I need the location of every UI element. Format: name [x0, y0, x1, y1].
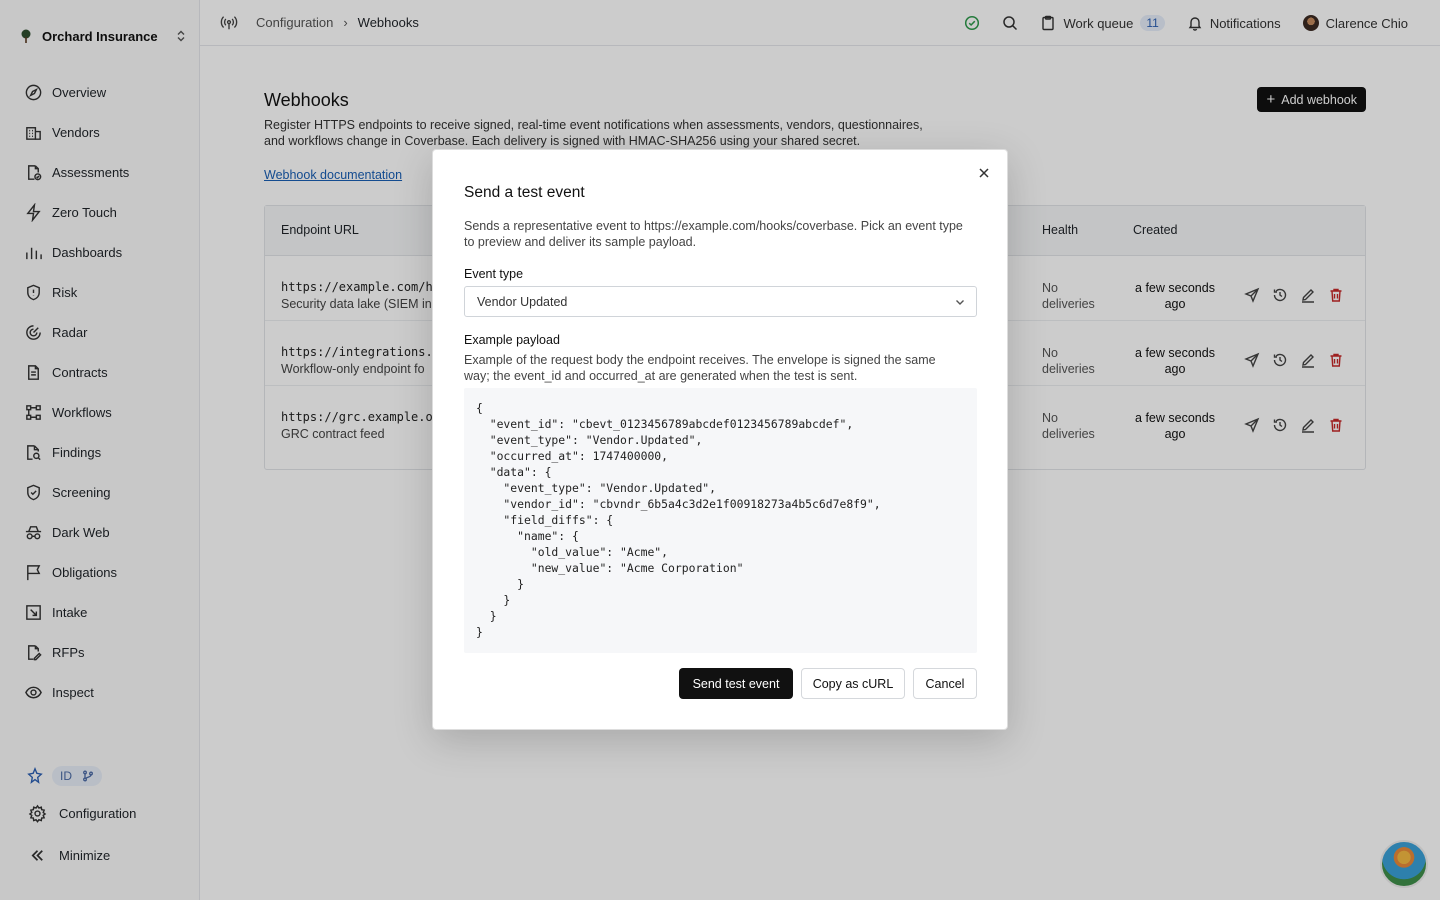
cancel-button[interactable]: Cancel [913, 668, 977, 699]
chevron-down-icon [956, 300, 964, 305]
event-type-label: Event type [464, 267, 524, 281]
event-type-value: Vendor Updated [477, 294, 568, 309]
dialog-title: Send a test event [464, 184, 585, 201]
dialog-description: Sends a representative event to https://… [464, 219, 963, 249]
event-type-select[interactable]: Vendor Updated [464, 286, 977, 317]
close-icon[interactable] [977, 166, 991, 180]
send-test-event-dialog: Send a test event Sends a representative… [432, 149, 1008, 730]
payload-code-block: { "event_id": "cbevt_0123456789abcdef012… [464, 388, 977, 653]
example-payload-label: Example payload [464, 333, 560, 347]
send-test-event-button[interactable]: Send test event [679, 668, 793, 699]
payload-help-text: Example of the request body the endpoint… [464, 353, 936, 383]
copy-as-curl-button[interactable]: Copy as cURL [801, 668, 905, 699]
